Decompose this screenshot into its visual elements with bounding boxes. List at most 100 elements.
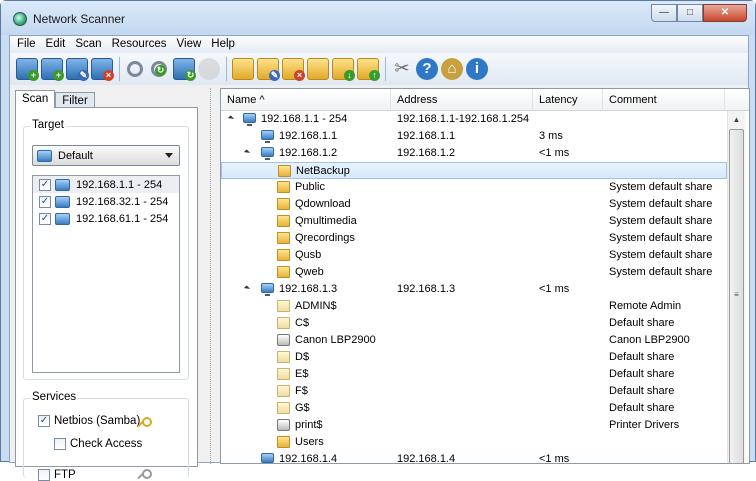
tab-filter[interactable]: Filter	[55, 92, 95, 108]
table-row[interactable]: Public System default share	[221, 179, 727, 196]
home-icon[interactable]: ⌂	[441, 58, 463, 80]
table-row[interactable]: 192.168.1.3 192.168.1.3 <1 ms	[221, 281, 727, 298]
expand-chevron-icon[interactable]	[243, 285, 251, 292]
import-icon[interactable]: ↓	[332, 58, 355, 81]
minimize-button[interactable]: —	[651, 4, 677, 22]
table-row[interactable]: F$ Default share	[221, 383, 727, 400]
table-row[interactable]: NetBackup	[221, 162, 727, 179]
network-icon	[55, 195, 70, 208]
open-folder-icon[interactable]	[232, 58, 254, 80]
menu-scan[interactable]: Scan	[70, 36, 106, 53]
row-comment: Default share	[609, 317, 675, 329]
table-row[interactable]: 192.168.1.1 - 254 192.168.1.1-192.168.1.2…	[221, 111, 727, 128]
table-row[interactable]: E$ Default share	[221, 366, 727, 383]
info-icon[interactable]: i	[466, 58, 488, 80]
delete-computer-icon[interactable]: ×	[91, 58, 114, 81]
target-checkbox[interactable]: ✓	[39, 212, 51, 225]
share-folder-icon	[277, 317, 290, 329]
maximize-button[interactable]: □	[677, 4, 703, 22]
table-row[interactable]: D$ Default share	[221, 349, 727, 366]
row-comment: Default share	[609, 402, 675, 414]
key-icon[interactable]	[136, 417, 152, 429]
row-name: E$	[295, 368, 309, 380]
add-computer-icon[interactable]: +	[16, 58, 39, 81]
row-comment: System default share	[609, 266, 713, 278]
table-row[interactable]: Qmultimedia System default share	[221, 213, 727, 230]
table-row[interactable]: G$ Default share	[221, 400, 727, 417]
delete-folder-icon[interactable]: ×	[282, 58, 305, 81]
table-row[interactable]: ADMIN$ Remote Admin	[221, 298, 727, 315]
find-refresh-icon[interactable]: ↻	[151, 61, 167, 77]
panel-splitter[interactable]	[210, 88, 211, 464]
row-name: ADMIN$	[295, 300, 337, 312]
rescan-icon[interactable]: ↻	[173, 58, 196, 81]
vertical-scrollbar[interactable]: ▲ ≡	[727, 111, 745, 463]
netbios-checkbox[interactable]: ✓	[38, 415, 50, 427]
table-row[interactable]: print$ Printer Drivers	[221, 417, 727, 434]
row-name: Qdownload	[295, 198, 351, 210]
binoculars-icon[interactable]	[307, 58, 329, 80]
ftp-option[interactable]: FTP	[38, 469, 76, 481]
target-checkbox[interactable]: ✓	[39, 178, 51, 191]
key-icon[interactable]	[136, 469, 152, 481]
target-item[interactable]: ✓ 192.168.61.1 - 254	[33, 210, 179, 227]
target-list[interactable]: ✓ 192.168.1.1 - 254 ✓ 192.168.32.1 - 254 ✓…	[32, 175, 180, 373]
menu-help[interactable]: Help	[206, 36, 240, 53]
row-name: C$	[295, 317, 310, 329]
check-access-option[interactable]: Check Access	[54, 438, 142, 450]
target-item[interactable]: ✓ 192.168.1.1 - 254	[33, 176, 179, 193]
column-header-latency[interactable]: Latency	[533, 89, 603, 111]
toolbar-separator	[226, 57, 227, 81]
edit-computer-icon[interactable]: ✎	[66, 58, 89, 81]
table-row[interactable]: Qusb System default share	[221, 247, 727, 264]
help-icon[interactable]: ?	[416, 58, 438, 80]
row-comment: System default share	[609, 215, 713, 227]
menu-edit[interactable]: Edit	[41, 36, 71, 53]
expand-chevron-icon[interactable]	[243, 149, 251, 156]
row-latency: 3 ms	[539, 130, 563, 142]
row-name: print$	[295, 419, 323, 431]
table-body: 192.168.1.1 - 254 192.168.1.1-192.168.1.2…	[221, 111, 727, 463]
table-row[interactable]: 192.168.1.2 192.168.1.2 <1 ms	[221, 145, 727, 162]
column-header-name[interactable]: Name ^	[221, 89, 391, 111]
menu-resources[interactable]: Resources	[107, 36, 172, 53]
check-access-checkbox[interactable]	[54, 438, 66, 450]
table-row[interactable]: Qweb System default share	[221, 264, 727, 281]
target-checkbox[interactable]: ✓	[39, 195, 51, 208]
tab-scan[interactable]: Scan	[15, 90, 56, 108]
tools-icon[interactable]: ✂	[391, 58, 413, 80]
add-range-icon[interactable]: +	[41, 58, 64, 81]
row-name: Qusb	[295, 249, 322, 261]
column-header-address[interactable]: Address	[391, 89, 533, 111]
menu-file[interactable]: File	[12, 36, 41, 53]
edit-folder-icon[interactable]: ✎	[257, 58, 280, 81]
target-profile-select[interactable]: Default	[32, 145, 180, 166]
table-row[interactable]: Qrecordings System default share	[221, 230, 727, 247]
expand-chevron-icon[interactable]	[227, 115, 235, 122]
scroll-thumb[interactable]: ≡	[729, 129, 744, 463]
table-row[interactable]: Canon LBP2900 Canon LBP2900	[221, 332, 727, 349]
target-item[interactable]: ✓ 192.168.32.1 - 254	[33, 193, 179, 210]
export-icon[interactable]: ↑	[357, 58, 380, 81]
row-comment: Printer Drivers	[609, 419, 680, 431]
disabled-scan-icon[interactable]	[198, 58, 220, 80]
table-row[interactable]: C$ Default share	[221, 315, 727, 332]
table-row[interactable]: Users	[221, 434, 727, 451]
share-folder-icon	[277, 385, 290, 397]
netbios-option[interactable]: ✓ Netbios (Samba)	[38, 415, 140, 427]
ftp-checkbox[interactable]	[38, 469, 50, 481]
folder-icon	[277, 436, 290, 448]
table-row[interactable]: Qdownload System default share	[221, 196, 727, 213]
find-icon[interactable]	[127, 61, 143, 77]
scroll-up-icon[interactable]: ▲	[728, 111, 745, 128]
app-logo-icon	[13, 12, 27, 26]
folder-icon	[277, 249, 290, 261]
row-comment: Canon LBP2900	[609, 334, 690, 346]
column-header-comment[interactable]: Comment	[603, 89, 725, 111]
table-row[interactable]: 192.168.1.1 192.168.1.1 3 ms	[221, 128, 727, 145]
table-row[interactable]: 192.168.1.4 192.168.1.4 <1 ms	[221, 451, 727, 463]
target-label: 192.168.1.1 - 254	[76, 178, 163, 191]
close-button[interactable]: ✕	[703, 4, 747, 22]
menu-view[interactable]: View	[172, 36, 207, 53]
row-comment: System default share	[609, 249, 713, 261]
